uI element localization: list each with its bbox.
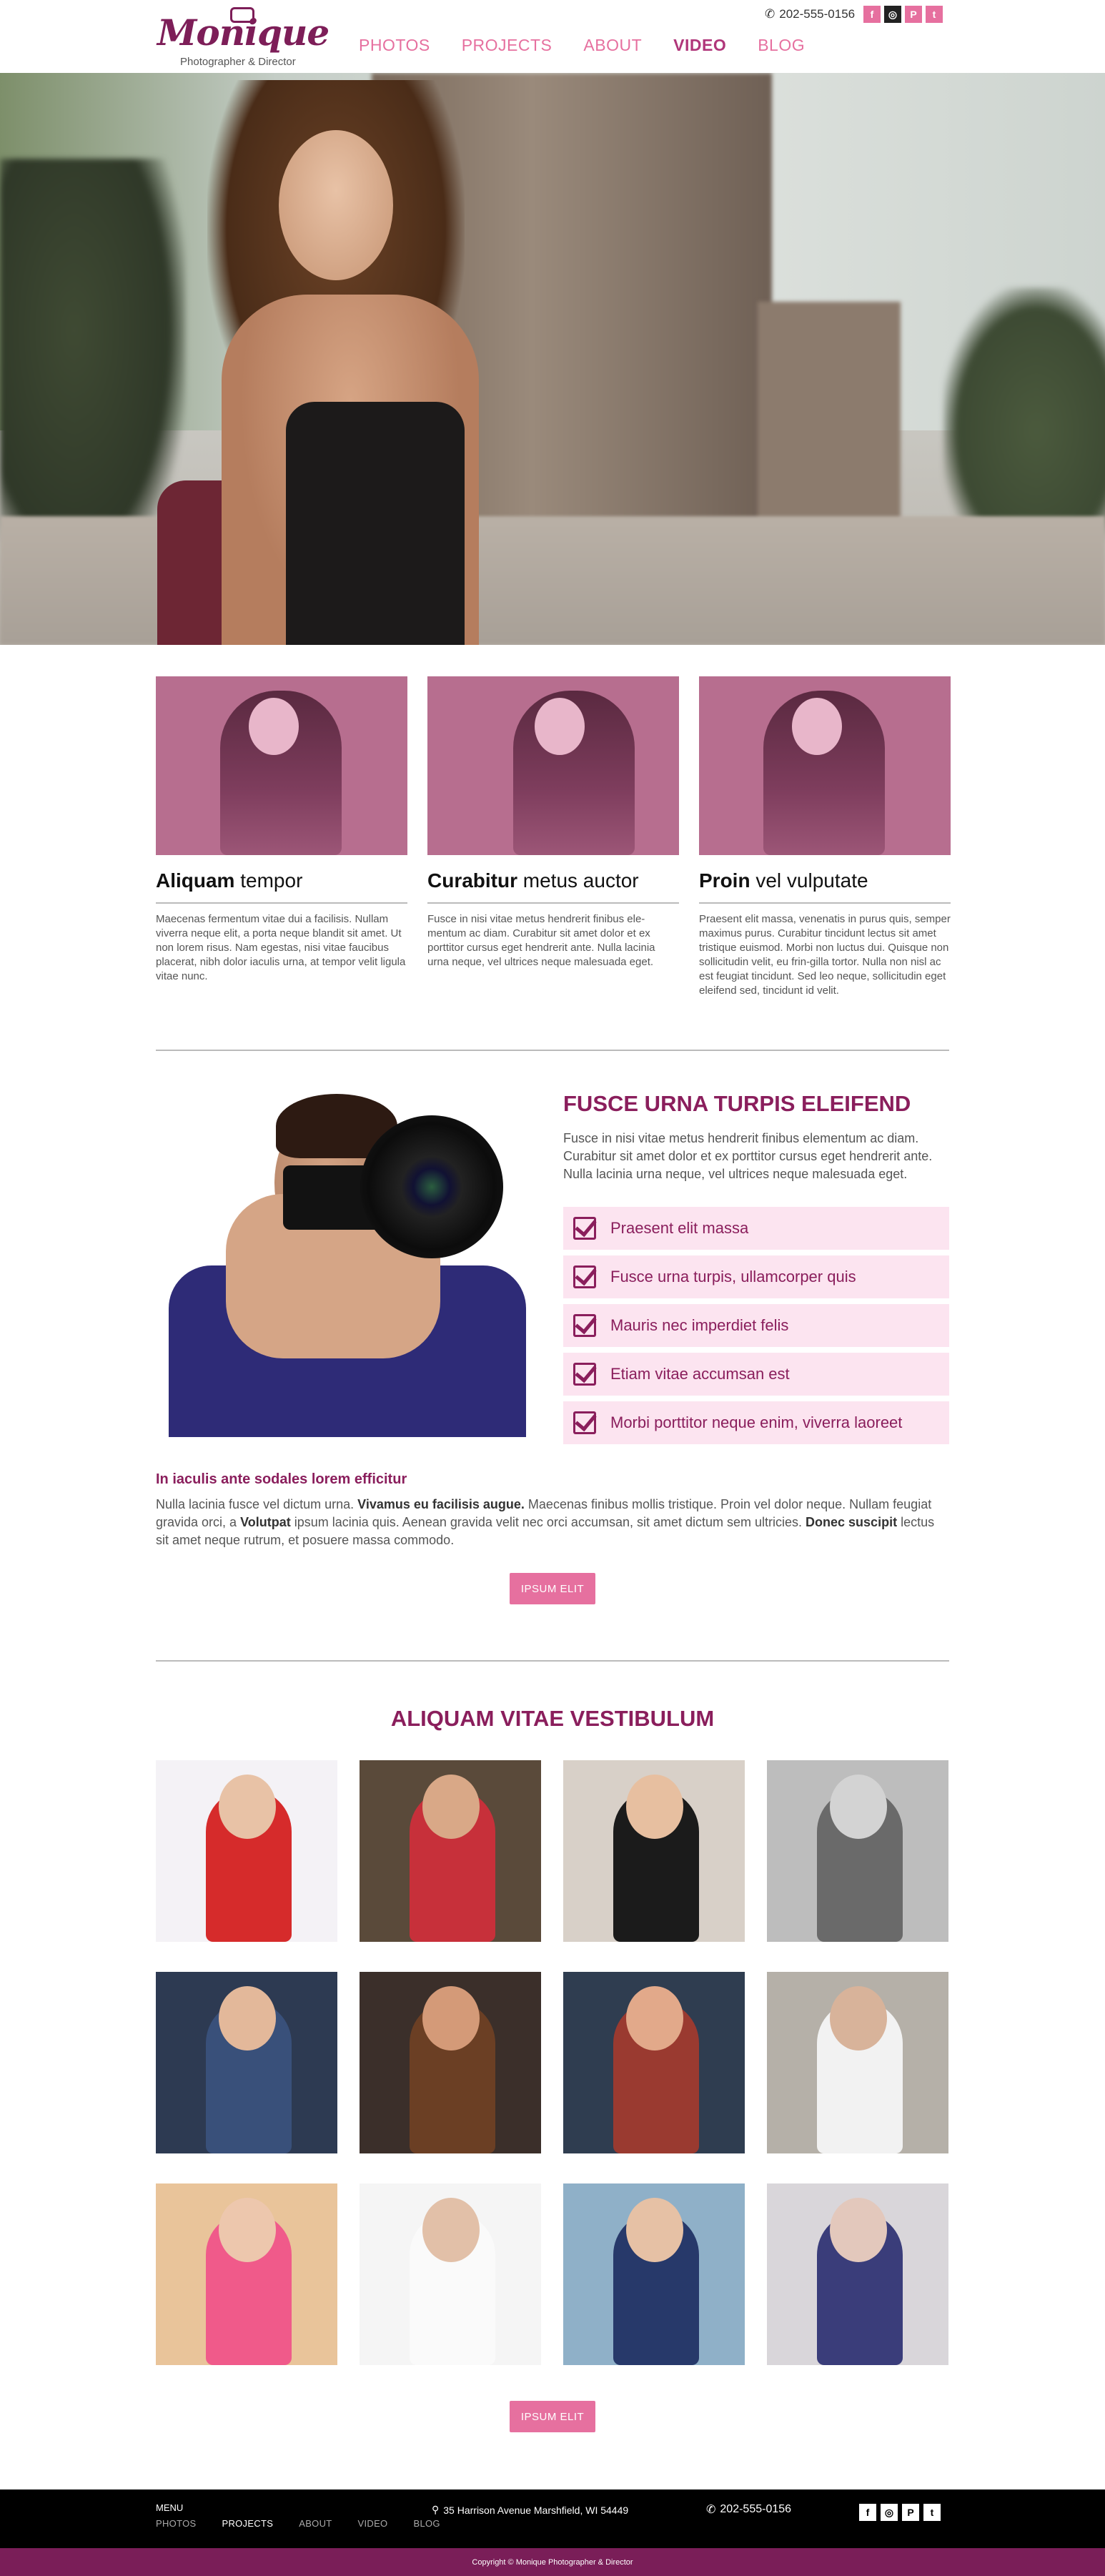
footer-link-about[interactable]: ABOUT	[299, 2518, 332, 2529]
gallery-photo[interactable]	[767, 2183, 948, 2365]
card-title: Aliquam tempor	[156, 869, 303, 892]
phone-icon: ✆	[765, 7, 776, 21]
logo-text: Monique	[157, 11, 329, 54]
feature-card: Proin vel vulputate Praesent elit massa,…	[699, 676, 951, 998]
facebook-icon[interactable]: f	[859, 2504, 876, 2521]
gallery-photo[interactable]	[156, 2183, 337, 2365]
footer-address: ⚲ 35 Harrison Avenue Marshfield, WI 5444…	[432, 2504, 629, 2516]
twitter-icon[interactable]: t	[923, 2504, 941, 2521]
nav-video[interactable]: VIDEO	[673, 36, 726, 55]
gallery-more-button[interactable]: IPSUM ELIT	[510, 2401, 595, 2432]
instagram-icon[interactable]: ◎	[881, 2504, 898, 2521]
card-text: Praesent elit massa, venenatis in purus …	[699, 913, 951, 997]
gallery-photo[interactable]	[360, 2183, 541, 2365]
logo[interactable]: Monique Photographer & Director	[156, 3, 329, 71]
feature-text: Fusce in nisi vitae metus hendrerit fini…	[563, 1131, 933, 1181]
checklist-item: Mauris nec imperdiet felis	[563, 1304, 949, 1347]
card-text: Fusce in nisi vitae metus hendrerit fini…	[427, 913, 655, 968]
feature-card: Curabitur metus auctor Fusce in nisi vit…	[427, 676, 679, 969]
phone-icon: ✆	[706, 2504, 716, 2516]
section-subtitle: In iaculis ante sodales lorem efficitur	[156, 1471, 407, 1487]
footer-link-video[interactable]: VIDEO	[358, 2518, 388, 2529]
footer-link-projects[interactable]: PROJECTS	[222, 2518, 273, 2529]
hero-model-image	[71, 80, 529, 645]
map-pin-icon: ⚲	[432, 2504, 440, 2515]
main-nav: PHOTOS PROJECTS ABOUT VIDEO BLOG	[359, 36, 836, 55]
section-paragraph: Nulla lacinia fusce vel dictum urna. Viv…	[156, 1497, 935, 1547]
nav-projects[interactable]: PROJECTS	[462, 36, 552, 55]
gallery-photo[interactable]	[360, 1760, 541, 1942]
card-image[interactable]	[156, 676, 407, 855]
checkbox-icon	[573, 1314, 596, 1337]
footer-phone: ✆ 202-555-0156	[706, 2503, 792, 2516]
gallery-photo[interactable]	[360, 1972, 541, 2153]
header-phone: ✆ 202-555-0156	[765, 7, 855, 21]
nav-about[interactable]: ABOUT	[583, 36, 642, 55]
footer-link-blog[interactable]: BLOG	[413, 2518, 440, 2529]
logo-tagline: Photographer & Director	[180, 56, 296, 68]
feature-card: Aliquam tempor Maecenas fermentum vitae …	[156, 676, 407, 984]
twitter-icon[interactable]: t	[926, 6, 943, 23]
card-title: Curabitur metus auctor	[427, 869, 639, 892]
card-image[interactable]	[427, 676, 679, 855]
copyright-bar: Copyright © Monique Photographer & Direc…	[0, 2548, 1105, 2576]
ipsum-elit-button[interactable]: IPSUM ELIT	[510, 1573, 595, 1604]
divider	[156, 1660, 949, 1662]
checklist-item: Fusce urna turpis, ullamcorper quis	[563, 1255, 949, 1298]
hero-slider	[0, 73, 1105, 645]
gallery-photo[interactable]	[563, 2183, 745, 2365]
gallery-photo[interactable]	[767, 1972, 948, 2153]
pinterest-icon[interactable]: P	[902, 2504, 919, 2521]
checklist: Praesent elit massa Fusce urna turpis, u…	[563, 1207, 949, 1450]
pinterest-icon[interactable]: P	[905, 6, 922, 23]
header-phone-number: 202-555-0156	[779, 7, 856, 21]
camera-lens-icon	[360, 1115, 503, 1258]
feature-title: FUSCE URNA TURPIS ELEIFEND	[563, 1091, 911, 1116]
nav-blog[interactable]: BLOG	[758, 36, 805, 55]
nav-photos[interactable]: PHOTOS	[359, 36, 430, 55]
footer-social: f ◎ P t	[859, 2504, 941, 2521]
card-text: Maecenas fermentum vitae dui a facilisis…	[156, 913, 406, 982]
header-social: f ◎ P t	[863, 6, 943, 23]
checklist-item: Etiam vitae accumsan est	[563, 1353, 949, 1396]
facebook-icon[interactable]: f	[863, 6, 881, 23]
checkbox-icon	[573, 1217, 596, 1240]
gallery-photo[interactable]	[563, 1760, 745, 1942]
card-image[interactable]	[699, 676, 951, 855]
checkbox-icon	[573, 1265, 596, 1288]
checkbox-icon	[573, 1363, 596, 1386]
divider	[156, 1050, 949, 1051]
site-footer: MENU PHOTOS PROJECTS ABOUT VIDEO BLOG ⚲ …	[0, 2489, 1105, 2548]
footer-link-photos[interactable]: PHOTOS	[156, 2518, 196, 2529]
checklist-item: Morbi porttitor neque enim, viverra laor…	[563, 1401, 949, 1444]
photographer-image	[169, 1087, 526, 1437]
site-header: Monique Photographer & Director PHOTOS P…	[0, 0, 1105, 73]
footer-menu: PHOTOS PROJECTS ABOUT VIDEO BLOG	[156, 2518, 466, 2529]
gallery-photo[interactable]	[156, 1972, 337, 2153]
checkbox-icon	[573, 1411, 596, 1434]
gallery-photo[interactable]	[767, 1760, 948, 1942]
gallery-photo[interactable]	[563, 1972, 745, 2153]
instagram-icon[interactable]: ◎	[884, 6, 901, 23]
card-title: Proin vel vulputate	[699, 869, 868, 892]
gallery-title: ALIQUAM VITAE VESTIBULUM	[390, 1706, 715, 1731]
checklist-item: Praesent elit massa	[563, 1207, 949, 1250]
footer-menu-heading: MENU	[156, 2502, 184, 2513]
gallery-photo[interactable]	[156, 1760, 337, 1942]
